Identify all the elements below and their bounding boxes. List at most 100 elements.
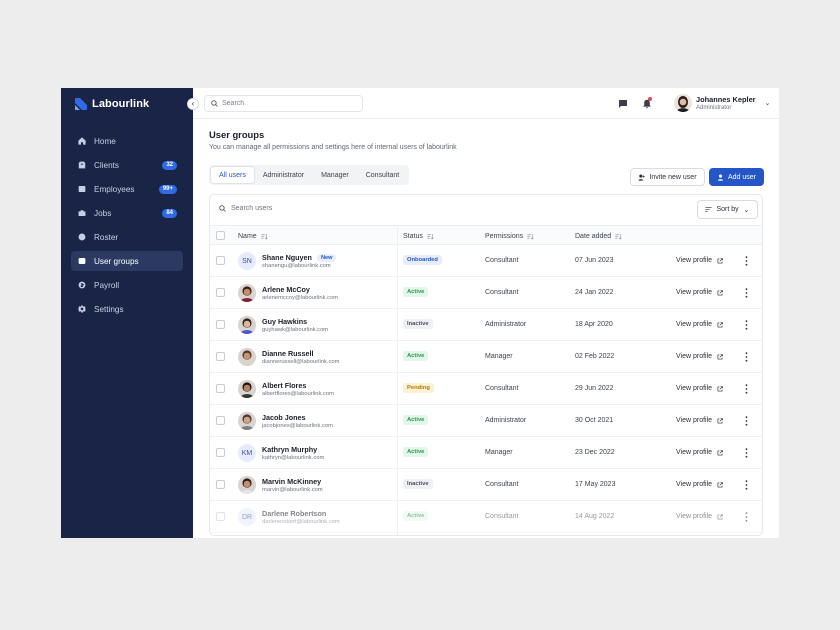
view-profile-label: View profile <box>676 321 713 328</box>
add-user-button[interactable]: Add user <box>709 168 764 186</box>
row-checkbox[interactable] <box>216 480 225 489</box>
table-row[interactable]: Arlene McCoy arlenemccoy@labourlink.com Ac… <box>210 277 762 309</box>
table-row[interactable]: DR Darlene Robertson darlenerobert@labourl… <box>210 501 762 533</box>
row-checkbox[interactable] <box>216 512 225 521</box>
more-actions-button[interactable] <box>742 350 750 364</box>
view-profile-link[interactable]: View profile <box>676 449 723 456</box>
global-search-input[interactable] <box>222 100 352 107</box>
search-icon <box>211 100 218 107</box>
sidebar-item-employees[interactable]: Employees 99+ <box>71 179 183 199</box>
column-header-label: Permissions <box>485 232 524 240</box>
permission-cell: Consultant <box>485 289 519 296</box>
table-row[interactable]: Albert Flores albertflores@labourlink.com… <box>210 373 762 405</box>
sidebar-item-user-groups[interactable]: User groups <box>71 251 183 271</box>
avatar <box>238 476 256 494</box>
tab-administrator[interactable]: Administrator <box>255 167 312 183</box>
user-email: shanengu@labourlink.com <box>262 263 331 269</box>
table-row[interactable]: Jacob Jones jacobjones@labourlink.com Acti… <box>210 405 762 437</box>
status-badge: Active <box>403 351 429 361</box>
user-name: Albert Flores <box>262 381 307 390</box>
view-profile-link[interactable]: View profile <box>676 513 723 520</box>
column-header-permissions[interactable]: Permissions <box>485 226 534 246</box>
more-actions-button[interactable] <box>742 446 750 460</box>
view-profile-link[interactable]: View profile <box>676 257 723 264</box>
page-subtitle: You can manage all permissions and setti… <box>209 144 457 151</box>
more-actions-button[interactable] <box>742 478 750 492</box>
view-profile-link[interactable]: View profile <box>676 417 723 424</box>
user-search-input[interactable] <box>231 205 351 212</box>
sidebar-item-payroll[interactable]: Payroll <box>71 275 183 295</box>
more-actions-button[interactable] <box>742 254 750 268</box>
user-search[interactable] <box>219 205 351 212</box>
user-name: Arlene McCoy <box>262 285 310 294</box>
users-table-body: SN Shane Nguyen New shanengu@labourlink.com… <box>210 245 762 533</box>
notification-dot <box>648 97 652 101</box>
tab-all-users[interactable]: All users <box>211 167 254 183</box>
sidebar-item-clients[interactable]: Clients 32 <box>71 155 183 175</box>
more-actions-button[interactable] <box>742 510 750 524</box>
table-row[interactable]: Dianne Russell diannerussell@labourlink.c… <box>210 341 762 373</box>
row-checkbox[interactable] <box>216 448 225 457</box>
column-header-date-added[interactable]: Date added <box>575 226 622 246</box>
more-actions-button[interactable] <box>742 414 750 428</box>
view-profile-label: View profile <box>676 257 713 264</box>
notifications-button[interactable] <box>641 97 652 109</box>
global-search[interactable] <box>204 95 363 112</box>
row-checkbox[interactable] <box>216 288 225 297</box>
search-icon <box>219 205 226 212</box>
table-row[interactable]: Guy Hawkins guyhawk@labourlink.com Inactiv… <box>210 309 762 341</box>
chevron-down-icon: ⌄ <box>764 100 771 107</box>
select-all-checkbox[interactable] <box>216 231 225 240</box>
more-actions-button[interactable] <box>742 382 750 396</box>
view-profile-link[interactable]: View profile <box>676 385 723 392</box>
user-name: Johannes Kepler <box>696 95 756 104</box>
brand[interactable]: Labourlink <box>75 98 149 110</box>
date-added-cell: 17 May 2023 <box>575 481 616 488</box>
avatar-initials: SN <box>242 257 252 265</box>
row-checkbox[interactable] <box>216 352 225 361</box>
column-header-name[interactable]: Name <box>238 226 268 246</box>
external-link-icon <box>717 257 723 263</box>
status-badge: Inactive <box>403 319 433 329</box>
view-profile-link[interactable]: View profile <box>676 353 723 360</box>
sort-by-button[interactable]: Sort by ⌄ <box>697 200 758 219</box>
messages-button[interactable] <box>617 98 628 109</box>
tab-manager[interactable]: Manager <box>313 167 357 183</box>
table-row[interactable]: SN Shane Nguyen New shanengu@labourlink.com… <box>210 245 762 277</box>
row-checkbox[interactable] <box>216 384 225 393</box>
row-checkbox[interactable] <box>216 320 225 329</box>
column-header-status[interactable]: Status <box>403 226 434 246</box>
view-profile-link[interactable]: View profile <box>676 289 723 296</box>
table-row[interactable]: Marvin McKinney marvin@labourlink.com Inac… <box>210 469 762 501</box>
avatar <box>238 380 256 398</box>
more-actions-button[interactable] <box>742 286 750 300</box>
sidebar-item-jobs[interactable]: Jobs 84 <box>71 203 183 223</box>
user-email: darlenerobert@labourlink.com <box>262 519 340 525</box>
more-actions-button[interactable] <box>742 318 750 332</box>
avatar-initials: DR <box>241 513 253 521</box>
view-profile-link[interactable]: View profile <box>676 321 723 328</box>
sort-icon <box>615 233 622 239</box>
view-profile-label: View profile <box>676 385 713 392</box>
table-row[interactable]: KM Kathryn Murphy kathryn@labourlink.com Ac… <box>210 437 762 469</box>
user-menu[interactable]: Johannes Kepler Administrator ⌄ <box>674 94 770 112</box>
avatar <box>238 348 256 366</box>
row-checkbox[interactable] <box>216 256 225 265</box>
tab-consultant[interactable]: Consultant <box>358 167 407 183</box>
sidebar-item-home[interactable]: Home <box>71 131 183 151</box>
more-vertical-icon <box>745 512 747 522</box>
more-vertical-icon <box>745 352 747 362</box>
external-link-icon <box>717 353 723 359</box>
view-profile-link[interactable]: View profile <box>676 481 723 488</box>
date-added-cell: 30 Oct 2021 <box>575 417 614 424</box>
employees-icon <box>78 185 86 193</box>
view-profile-label: View profile <box>676 449 713 456</box>
sidebar-item-roster[interactable]: Roster <box>71 227 183 247</box>
column-header-label: Status <box>403 232 423 240</box>
sidebar-item-settings[interactable]: Settings <box>71 299 183 319</box>
row-checkbox[interactable] <box>216 416 225 425</box>
date-added-cell: 14 Aug 2022 <box>575 513 615 520</box>
clients-icon <box>78 161 86 169</box>
invite-new-user-button[interactable]: Invite new user <box>630 168 705 186</box>
add-user-label: Add user <box>727 173 757 181</box>
